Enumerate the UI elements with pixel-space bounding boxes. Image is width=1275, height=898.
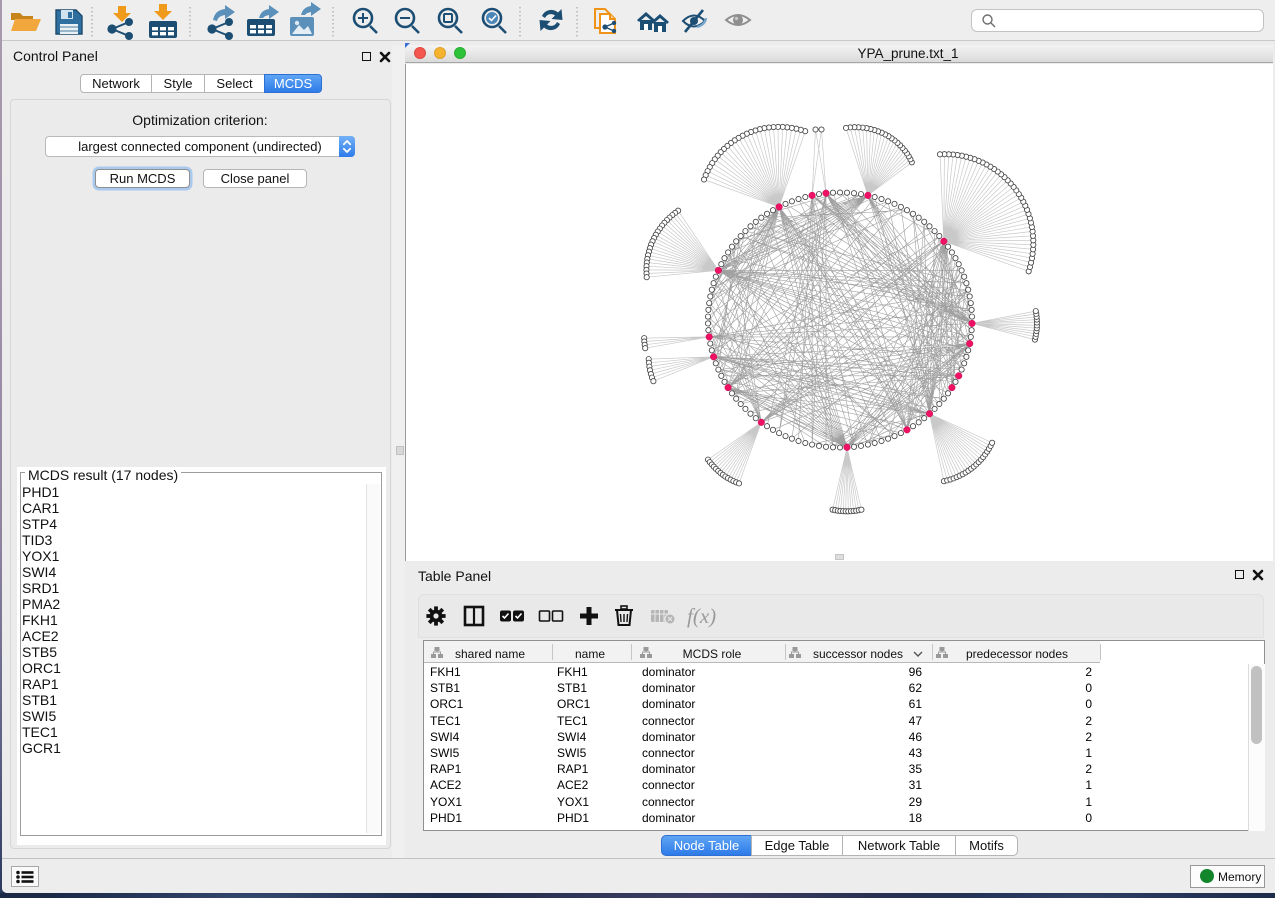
svg-text:f(x): f(x): [687, 604, 716, 628]
